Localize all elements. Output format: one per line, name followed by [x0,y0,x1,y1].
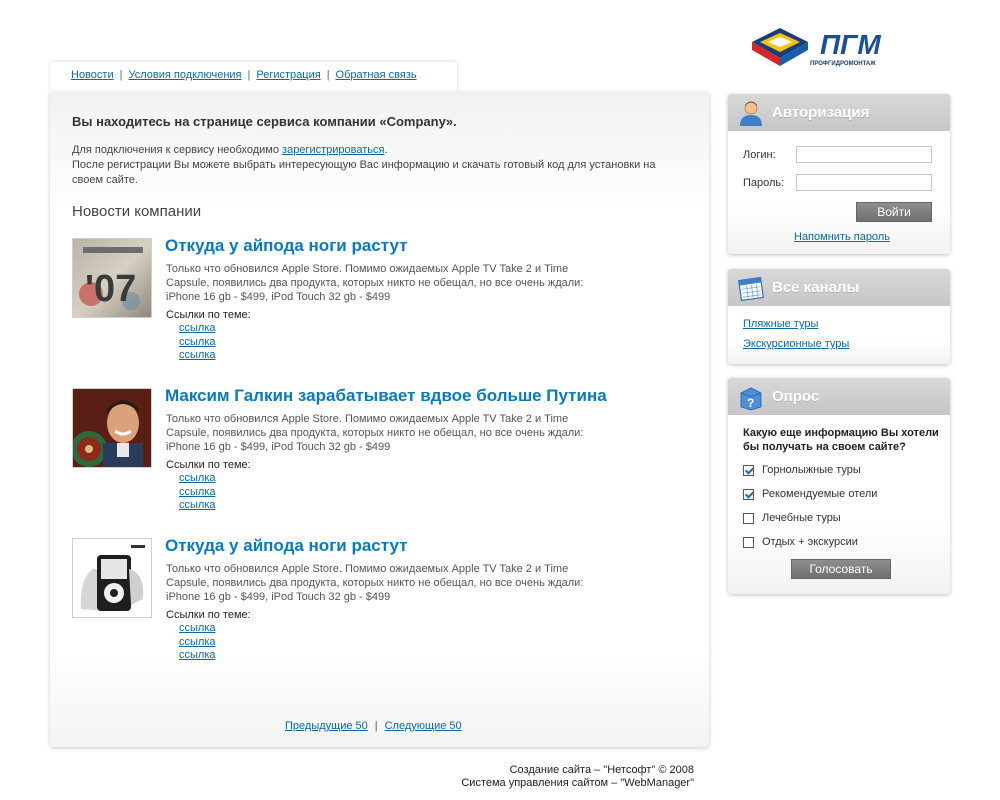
news-title[interactable]: Откуда у айпода ноги растут [165,536,407,556]
auth-box-title: Авторизация [772,104,870,121]
news-link[interactable]: ссылка [179,349,216,363]
album-cover-07-thumbnail[interactable]: '07 [72,238,152,318]
news-title[interactable]: Откуда у айпода ноги растут [165,236,407,256]
poll-option[interactable]: Рекомендуемые отели [743,488,877,500]
auth-box-header: Авторизация [728,94,950,131]
login-button[interactable]: Войти [856,202,932,222]
checkbox-checked[interactable] [743,464,754,476]
password-label: Пароль: [743,177,785,189]
ipod-in-hand-icon [73,539,151,617]
user-icon [740,101,762,126]
poll-option-label: Рекомендуемые отели [762,488,878,500]
svg-text:'07: '07 [85,268,136,310]
news-item: '07 Откуда у айпода ноги растут Только ч… [72,236,672,378]
news-link[interactable]: ссылка [179,322,216,336]
nav-separator: | [247,69,251,81]
news-item: Откуда у айпода ноги растут Только что о… [72,536,672,678]
page-title: Вы находитесь на странице сервиса компан… [72,114,457,129]
login-label: Логин: [743,149,776,161]
intro-text-part: . [384,144,388,156]
poll-box-title: Опрос [772,388,820,405]
poll-option-label: Лечебные туры [762,512,841,524]
company-logo-icon: ПГМ ПРОФГИДРОМОНТАЖ [752,28,881,67]
question-box-icon: ? [740,387,762,411]
poll-question: Какую еще информацию Вы хотели бы получа… [743,427,939,453]
news-heading: Новости компании [72,203,202,220]
news-link[interactable]: ссылка [179,636,216,650]
nav-feedback[interactable]: Обратная связь [336,69,417,81]
footer: Создание сайта – "Нетсофт" © 2008 Систем… [440,764,694,790]
channel-link[interactable]: Пляжные туры [743,318,818,330]
remind-password-link[interactable]: Напомнить пароль [794,231,890,243]
nav-separator: | [326,69,330,81]
news-text: Только что обновился Apple Store. Помимо… [166,263,584,303]
company-logo[interactable]: ПГМ ПРОФГИДРОМОНТАЖ [748,24,900,68]
channels-box: Все каналы Пляжные туры Экскурсионные ту… [728,269,950,364]
vote-button[interactable]: Голосовать [791,559,891,579]
nav-registration[interactable]: Регистрация [256,69,320,81]
news-links-label: Ссылки по теме: [166,309,251,321]
top-navigation: Новости | Условия подключения | Регистрация |… [50,62,457,92]
album-cover-07-icon: '07 [73,239,151,317]
ipod-in-hand-thumbnail[interactable] [72,538,152,618]
channels-box-body: Пляжные туры Экскурсионные туры [728,306,950,364]
logo-text: ПГМ [820,29,881,60]
news-link[interactable]: ссылка [179,649,216,663]
logo-subtext: ПРОФГИДРОМОНТАЖ [810,61,876,67]
footer-cms: Система управления сайтом – "WebManager" [461,777,694,789]
pagination: Предыдущие 50 | Следующие 50 [285,720,462,732]
smiling-man-photo-icon [73,389,151,467]
intro-text-part: После регистрации Вы можете выбрать инте… [72,159,656,186]
news-title[interactable]: Максим Галкин зарабатывает вдвое больше … [165,386,607,406]
auth-box-body: Логин: Пароль: Войти Напомнить пароль [728,131,950,254]
checkbox[interactable] [743,512,754,524]
password-input[interactable] [796,174,932,191]
nav-news[interactable]: Новости [71,69,114,81]
nav-conditions[interactable]: Условия подключения [128,69,241,81]
news-links: ссылка ссылка ссылка [179,322,216,363]
channels-box-title: Все каналы [772,279,860,296]
poll-box-body: Какую еще информацию Вы хотели бы получа… [728,415,950,594]
news-links: ссылка ссылка ссылка [179,622,216,663]
nav-separator: | [119,69,123,81]
checkbox-checked[interactable] [743,488,754,500]
news-link[interactable]: ссылка [179,499,216,513]
poll-option-label: Отдых + экскурсии [762,536,858,548]
news-text: Только что обновился Apple Store. Помимо… [166,413,584,453]
smiling-man-photo-thumbnail[interactable] [72,388,152,468]
news-links: ссылка ссылка ссылка [179,472,216,513]
next-page-link[interactable]: Следующие 50 [385,720,462,732]
poll-box-header: ? Опрос [728,378,950,415]
pager-separator: | [374,720,378,732]
news-links-label: Ссылки по теме: [166,459,251,471]
footer-credit: Создание сайта – "Нетсофт" © 2008 [509,764,694,776]
channels-box-header: Все каналы [728,269,950,306]
poll-option-label: Горнолыжные туры [762,464,861,476]
news-link[interactable]: ссылка [179,486,216,500]
poll-option[interactable]: Лечебные туры [743,512,841,524]
svg-text:?: ? [747,396,754,410]
poll-box: ? Опрос Какую еще информацию Вы хотели б… [728,378,950,594]
login-input[interactable] [796,146,932,163]
intro-text-part: Для подключения к сервису необходимо [72,144,283,156]
calendar-icon [738,276,764,302]
auth-box: Авторизация Логин: Пароль: Войти Напомни… [728,94,950,254]
news-link[interactable]: ссылка [179,472,216,486]
checkbox[interactable] [743,536,754,548]
main-content: Вы находитесь на странице сервиса компан… [50,92,709,747]
news-links-label: Ссылки по теме: [166,609,251,621]
poll-option[interactable]: Горнолыжные туры [743,464,861,476]
news-text: Только что обновился Apple Store. Помимо… [166,563,584,603]
news-link[interactable]: ссылка [179,336,216,350]
prev-page-link[interactable]: Предыдущие 50 [285,720,368,732]
news-item: Максим Галкин зарабатывает вдвое больше … [72,386,672,528]
channel-link[interactable]: Экскурсионные туры [743,338,849,350]
news-link[interactable]: ссылка [179,622,216,636]
poll-option[interactable]: Отдых + экскурсии [743,536,858,548]
register-link[interactable]: зарегистрироваться [282,144,384,156]
intro-text: Для подключения к сервису необходимо зар… [72,143,672,188]
